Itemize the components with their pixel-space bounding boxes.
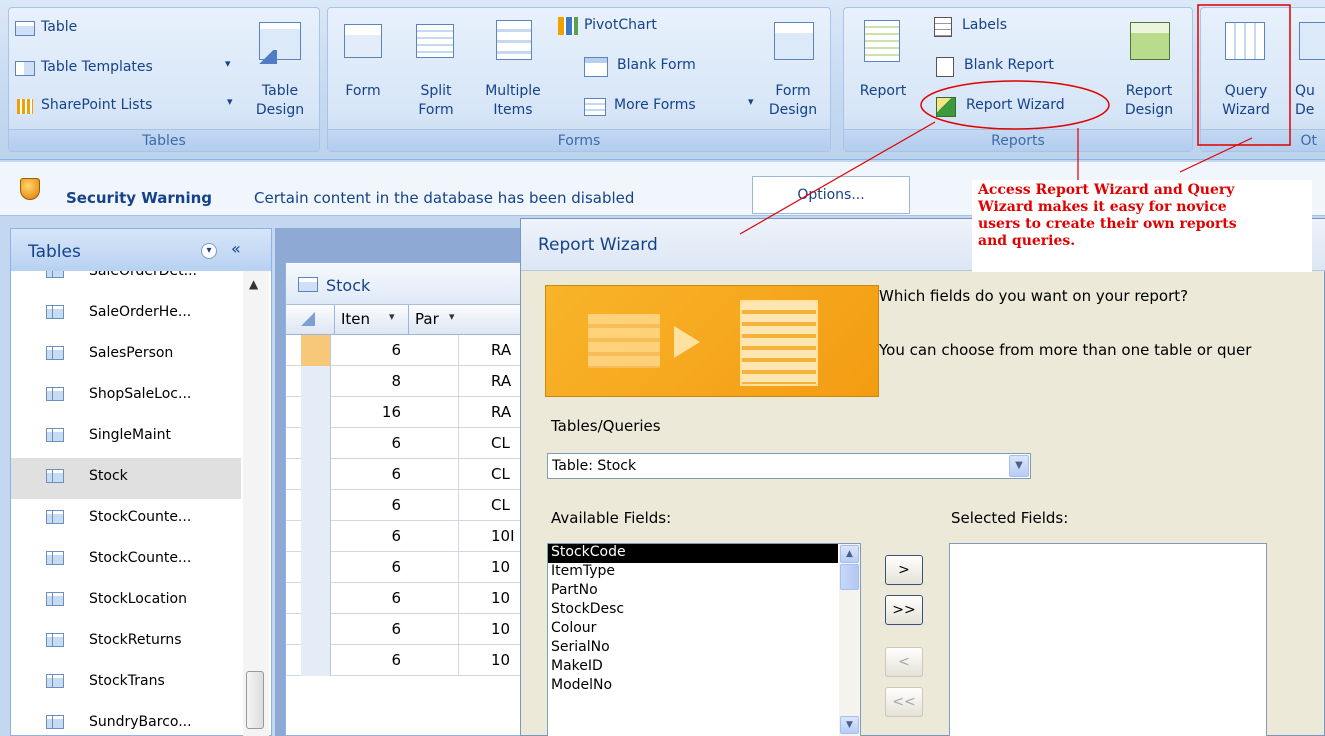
annotation-line: and queries. bbox=[978, 233, 1076, 249]
query-wizard-highlight-box bbox=[1197, 4, 1291, 146]
annotation-note: Access Report Wizard and Query Wizard ma… bbox=[972, 180, 1312, 272]
annotation-line: Wizard makes it easy for novice bbox=[978, 199, 1227, 215]
annotation-overlay bbox=[739, 4, 1291, 235]
callout-line-query-wizard bbox=[1179, 137, 1253, 173]
annotation-line: Access Report Wizard and Query bbox=[978, 182, 1235, 198]
callout-line-report-wizard bbox=[739, 121, 936, 235]
annotation-line: users to create their own reports bbox=[978, 216, 1237, 232]
report-wizard-highlight-circle bbox=[920, 80, 1110, 130]
